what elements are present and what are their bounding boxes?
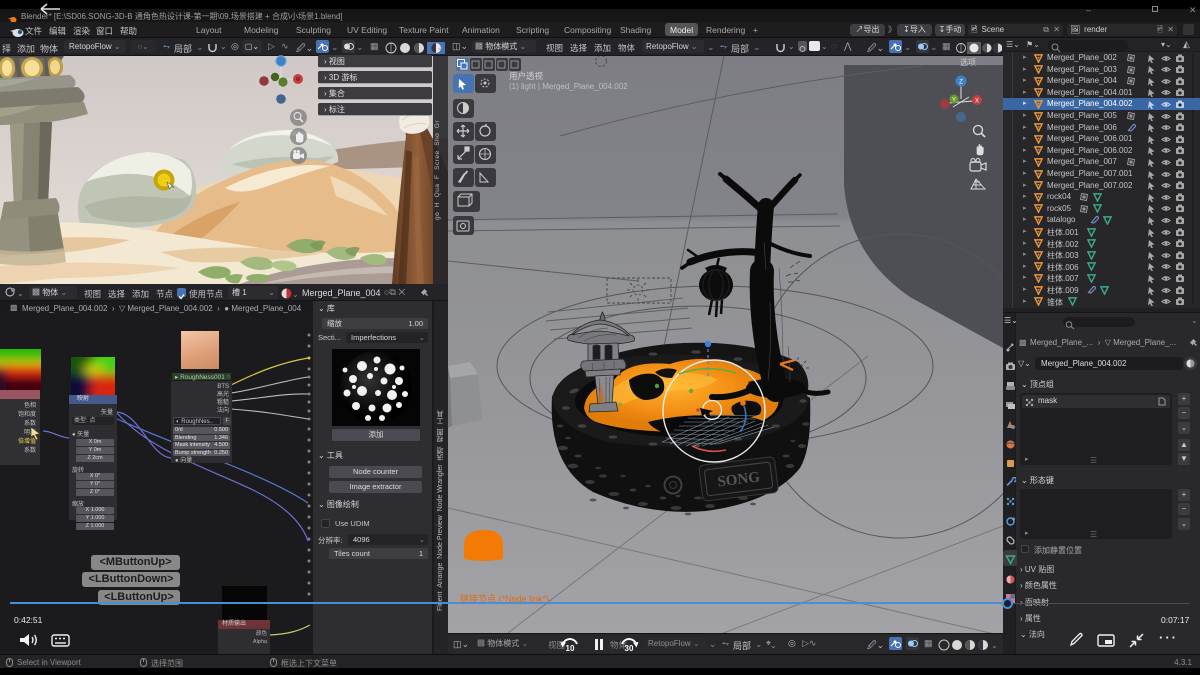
svg-text:⌄: ⌄ [292,290,297,299]
svg-text:⌄: ⌄ [17,289,23,298]
svg-text:⌄: ⌄ [991,641,998,650]
svg-text:30: 30 [625,644,634,653]
svg-text:X: X [975,99,979,105]
svg-text:Y: Y [952,98,956,104]
svg-text:10: 10 [566,644,575,653]
svg-text:Z: Z [959,80,963,86]
